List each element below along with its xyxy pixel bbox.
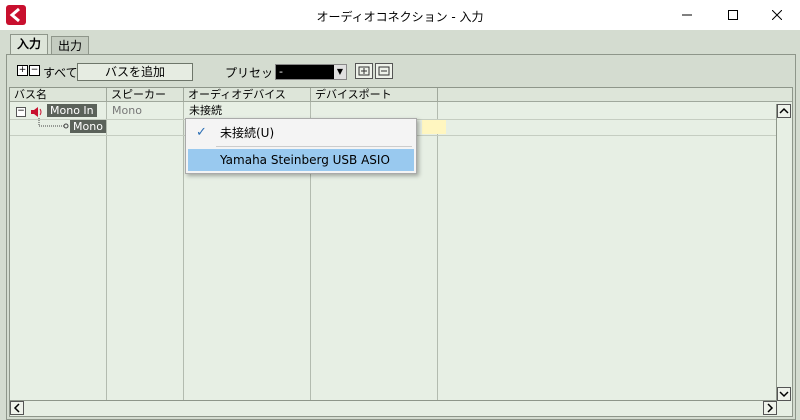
menu-item-label: Yamaha Steinberg USB ASIO [220,153,390,167]
close-icon [772,10,782,20]
column-divider [437,102,438,402]
column-divider [183,102,184,402]
delete-preset-button[interactable] [375,63,393,79]
column-audio-device[interactable]: オーディオデバイス [184,88,311,102]
column-device-port[interactable]: デバイスポート [311,88,438,102]
menu-item-not-connected[interactable]: ✓ 未接続(U) [188,122,414,144]
maximize-button[interactable] [710,0,756,30]
tab-output[interactable]: 出力 [51,36,90,55]
connections-panel: + − すべて バスを追加 プリセット - ▼ バス名 スピーカー オーディオデ… [6,54,796,420]
close-button[interactable] [754,0,800,30]
chevron-left-icon [13,403,20,413]
add-bus-button[interactable]: バスを追加 [77,63,193,81]
column-bus-name[interactable]: バス名 [10,88,107,102]
expand-collapse-all: + − [17,65,40,76]
table-row[interactable]: Mono In [47,103,97,119]
chevron-up-icon [779,107,789,114]
menu-item-label: 未接続(U) [220,126,275,140]
horizontal-scrollbar[interactable] [10,400,777,416]
scroll-down-button[interactable] [777,387,791,401]
scroll-up-button[interactable] [777,104,791,118]
column-speaker[interactable]: スピーカー [107,88,184,102]
minimize-button[interactable] [664,0,710,30]
tab-input[interactable]: 入力 [10,34,49,55]
table-row[interactable]: Mono [70,119,106,135]
speaker-cell: Mono [112,104,142,117]
column-empty [438,88,792,102]
chevron-right-icon [767,403,774,413]
menu-separator [216,146,412,147]
chevron-down-icon [779,391,789,398]
save-preset-icon [358,66,370,76]
check-icon: ✓ [196,125,207,140]
delete-preset-icon [378,66,390,76]
speaker-icon [31,107,42,117]
scroll-right-button[interactable] [763,401,777,415]
expand-all-icon[interactable]: + [17,65,28,76]
tree-connector-icon [38,118,69,129]
audio-device-cell[interactable]: 未接続 [189,103,222,119]
maximize-icon [728,10,738,20]
bus-name-cell[interactable]: Mono In [47,104,97,117]
device-port-cell[interactable] [422,120,446,134]
chevron-down-icon: ▼ [334,65,346,79]
device-dropdown-menu: ✓ 未接続(U) Yamaha Steinberg USB ASIO [185,118,417,174]
channel-name-cell[interactable]: Mono [70,120,106,133]
preset-select[interactable]: - ▼ [275,64,347,80]
title-bar: オーディオコネクション - 入力 [0,0,800,30]
all-label: すべて [43,66,78,80]
preset-value: - [279,65,283,78]
save-preset-button[interactable] [355,63,373,79]
client-area: 入力 出力 + − すべて バスを追加 プリセット - ▼ バス名 スピーカー … [0,30,800,420]
vertical-scrollbar[interactable] [776,104,792,401]
collapse-all-icon[interactable]: − [29,65,40,76]
tree-expander-icon[interactable]: − [16,107,26,117]
menu-item-yamaha-asio[interactable]: Yamaha Steinberg USB ASIO [188,149,414,171]
minimize-icon [682,14,692,16]
column-divider [106,102,107,402]
scroll-left-button[interactable] [10,401,24,415]
